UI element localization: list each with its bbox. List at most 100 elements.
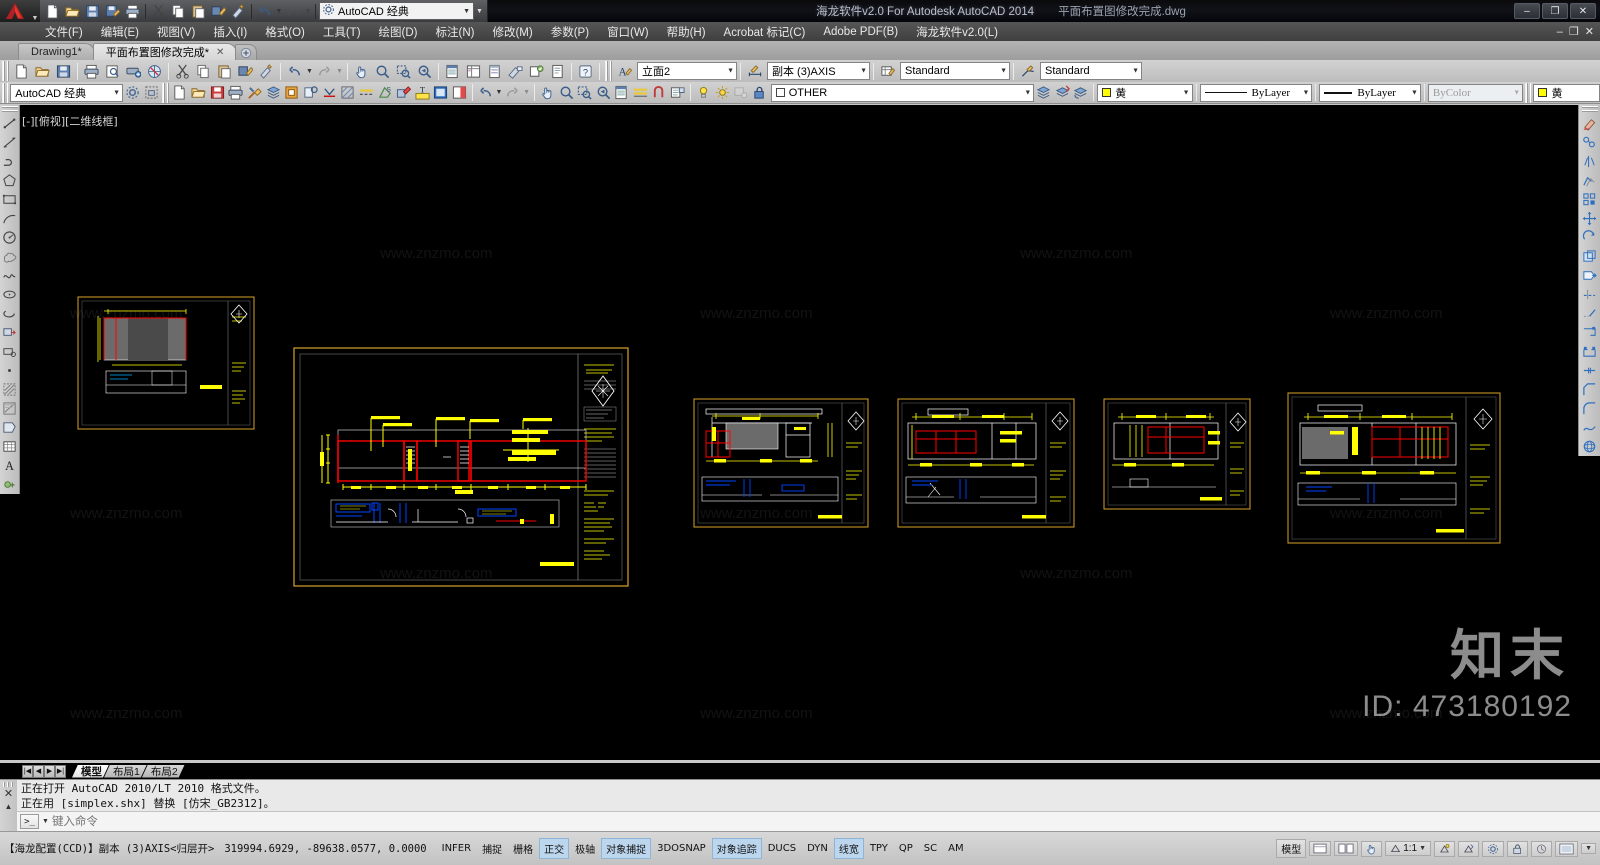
gradient-icon[interactable] xyxy=(1,399,19,418)
chamfer-icon[interactable] xyxy=(1580,380,1600,399)
quick-view-layouts-icon[interactable] xyxy=(1309,841,1332,856)
layer-properties-manager-icon[interactable] xyxy=(1034,83,1053,103)
workspace-combo[interactable]: AutoCAD 经典 ▼ xyxy=(10,83,124,102)
logo-dropdown-caret[interactable]: ▼ xyxy=(30,0,40,22)
scale-icon[interactable] xyxy=(1580,247,1600,266)
explode-icon[interactable] xyxy=(1580,418,1600,437)
open-icon[interactable] xyxy=(32,61,53,81)
insert-block-icon[interactable] xyxy=(1,323,19,342)
layout-tab-layout2[interactable]: 布局2 xyxy=(142,765,185,778)
layer-states-icon[interactable] xyxy=(669,83,688,103)
toolbar-grip[interactable] xyxy=(1581,106,1598,112)
polyline-icon[interactable] xyxy=(1,152,19,171)
purge-icon[interactable] xyxy=(229,2,248,21)
qat-customize-caret[interactable]: ▼ xyxy=(475,2,484,21)
properties-palette-icon[interactable] xyxy=(442,61,463,81)
chevron-down-icon[interactable]: ▼ xyxy=(1585,845,1592,852)
mdi-close-button[interactable]: ✕ xyxy=(1585,25,1594,38)
multileader-style-icon[interactable] xyxy=(1017,61,1038,81)
toolbar-grip[interactable] xyxy=(2,82,9,103)
redo-dropdown-caret[interactable]: ▼ xyxy=(335,61,344,81)
dim-style-icon[interactable] xyxy=(744,61,765,81)
previous-layout-button[interactable]: ◀ xyxy=(33,764,44,778)
chevron-down-icon[interactable]: ▼ xyxy=(113,89,120,96)
stretch-icon[interactable] xyxy=(1580,266,1600,285)
copy-icon[interactable] xyxy=(193,61,214,81)
maximize-button[interactable]: ❐ xyxy=(1542,3,1568,19)
command-input-row[interactable]: >_ ▼ xyxy=(17,811,1600,831)
hailong-linetype-icon[interactable] xyxy=(357,83,376,103)
save-as-icon[interactable] xyxy=(103,2,122,21)
zoom-previous-icon[interactable] xyxy=(594,83,613,103)
hardware-acceleration-icon[interactable] xyxy=(1531,840,1553,857)
quick-view-drawings-icon[interactable] xyxy=(1334,841,1359,856)
ellipse-arc-icon[interactable] xyxy=(1,304,19,323)
paste-icon[interactable] xyxy=(214,61,235,81)
pan-status-icon[interactable] xyxy=(1361,840,1383,857)
menu-item-acrobat[interactable]: Acrobat 标记(C) xyxy=(715,22,815,42)
zoom-realtime-icon[interactable] xyxy=(372,61,393,81)
circle-icon[interactable] xyxy=(1,228,19,247)
close-icon[interactable]: ✕ xyxy=(4,789,13,800)
redo-icon[interactable] xyxy=(503,83,522,103)
properties-icon[interactable] xyxy=(613,83,632,103)
redo-icon[interactable] xyxy=(314,61,335,81)
publish-icon[interactable] xyxy=(123,61,144,81)
mdi-restore-button[interactable]: ❐ xyxy=(1569,25,1579,38)
tool-palettes-icon[interactable] xyxy=(484,61,505,81)
design-center-icon[interactable] xyxy=(463,61,484,81)
document-tab-active[interactable]: 平面布置图修改完成* ✕ xyxy=(92,43,238,60)
toolbar-grip[interactable] xyxy=(605,61,612,81)
menu-item-draw[interactable]: 绘图(D) xyxy=(370,22,427,42)
status-toggle-qp[interactable]: QP xyxy=(894,840,918,857)
layout-tab-layout1[interactable]: 布局1 xyxy=(104,765,147,778)
3d-orbit-icon[interactable] xyxy=(1580,437,1600,456)
multiline-text-icon[interactable]: A xyxy=(1,456,19,475)
status-toggle-snap[interactable]: 捕捉 xyxy=(477,838,507,859)
hailong-block-icon[interactable] xyxy=(282,83,301,103)
coordinates-display[interactable]: 319994.6929, -89638.0577, 0.0000 xyxy=(214,843,426,855)
new-icon[interactable] xyxy=(43,2,62,21)
menu-item-view[interactable]: 视图(V) xyxy=(148,22,204,42)
minimize-button[interactable]: – xyxy=(1514,3,1540,19)
mdi-minimize-button[interactable]: – xyxy=(1557,26,1563,38)
status-toggle-polar[interactable]: 极轴 xyxy=(570,838,600,859)
menu-item-edit[interactable]: 编辑(E) xyxy=(92,22,148,42)
match-properties-icon[interactable] xyxy=(235,61,256,81)
layer-combo[interactable]: OTHER ▼ xyxy=(770,83,1035,102)
cut-icon[interactable] xyxy=(172,61,193,81)
status-menu-icon[interactable]: ▼ xyxy=(1581,843,1596,854)
multileader-style-combo[interactable]: Standard ▼ xyxy=(1040,62,1142,80)
clean-screen-icon[interactable] xyxy=(1555,840,1579,857)
layer-lock-icon[interactable] xyxy=(750,83,769,103)
annotation-scale-button[interactable]: 1:1 ▼ xyxy=(1385,841,1432,856)
status-toggle-infer[interactable]: INFER xyxy=(437,840,476,857)
text-style-combo[interactable]: 立面2 ▼ xyxy=(637,62,737,80)
hailong-view-icon[interactable] xyxy=(432,83,451,103)
mirror-icon[interactable] xyxy=(1580,152,1600,171)
move-icon[interactable] xyxy=(1580,209,1600,228)
undo-dropdown-caret[interactable]: ▼ xyxy=(495,83,504,103)
add-selected-icon[interactable] xyxy=(1,475,19,494)
plotstyle-combo[interactable]: ByColor ▼ xyxy=(1427,83,1524,102)
hailong-layers-icon[interactable] xyxy=(264,83,283,103)
status-toggle-ducs[interactable]: DUCS xyxy=(763,840,801,857)
plot-icon[interactable] xyxy=(81,61,102,81)
redo-icon[interactable] xyxy=(284,2,303,21)
status-toggle-lineweight[interactable]: 线宽 xyxy=(833,838,864,859)
chevron-down-icon[interactable]: ▼ xyxy=(1000,68,1007,75)
color-combo[interactable]: 黄 ▼ xyxy=(1097,83,1193,102)
zoom-window-icon[interactable] xyxy=(575,83,594,103)
undo-icon[interactable] xyxy=(284,61,305,81)
ellipse-icon[interactable] xyxy=(1,285,19,304)
chevron-down-icon[interactable]: ▼ xyxy=(1411,89,1418,96)
rotate-icon[interactable] xyxy=(1580,228,1600,247)
save-icon[interactable] xyxy=(83,2,102,21)
arc-icon[interactable] xyxy=(1,209,19,228)
chevron-down-icon[interactable]: ▼ xyxy=(42,818,49,825)
command-window-handle[interactable]: ✕ ▲ xyxy=(0,780,17,831)
close-button[interactable]: ✕ xyxy=(1570,3,1596,19)
linetype-manager-icon[interactable] xyxy=(631,83,650,103)
plot-preview-icon[interactable] xyxy=(102,61,123,81)
save-icon[interactable] xyxy=(53,61,74,81)
